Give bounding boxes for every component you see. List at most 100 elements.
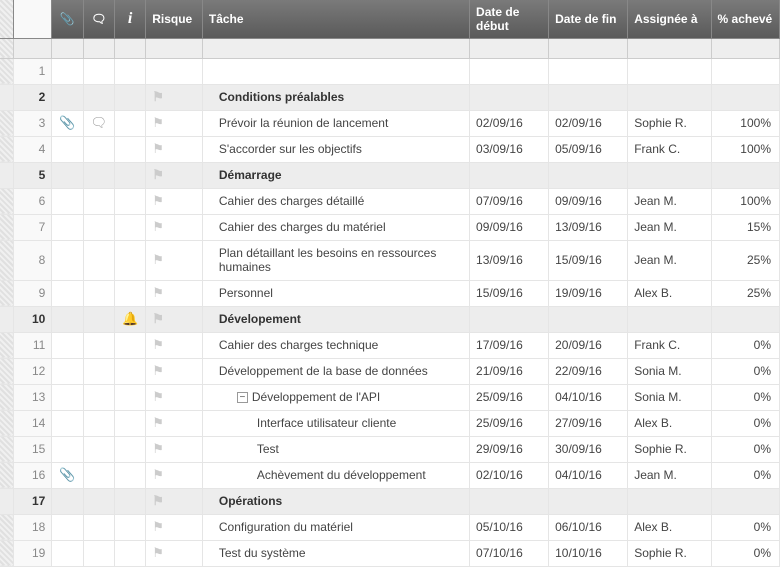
- cell-info[interactable]: [115, 384, 146, 410]
- cell-info[interactable]: [115, 462, 146, 488]
- cell-risk[interactable]: ⚑: [146, 462, 203, 488]
- cell-info[interactable]: [115, 110, 146, 136]
- cell-risk[interactable]: ⚑: [146, 84, 203, 110]
- cell-percent[interactable]: 100%: [711, 188, 779, 214]
- cell-percent[interactable]: [711, 162, 779, 188]
- cell-comment[interactable]: [83, 384, 115, 410]
- row-number[interactable]: 17: [13, 488, 51, 514]
- task-row[interactable]: 7 ⚑Cahier des charges du matériel09/09/16…: [0, 214, 780, 240]
- cell-comment[interactable]: [83, 488, 115, 514]
- cell-start-date[interactable]: 07/09/16: [470, 188, 549, 214]
- cell-info[interactable]: [115, 332, 146, 358]
- cell-task[interactable]: Prévoir la réunion de lancement: [202, 110, 469, 136]
- cell-assignee[interactable]: Jean M.: [628, 214, 711, 240]
- cell-end-date[interactable]: [549, 84, 628, 110]
- task-row[interactable]: 15⚑Test29/09/1630/09/16Sophie R.0%: [0, 436, 780, 462]
- cell-end-date[interactable]: [549, 58, 628, 84]
- cell-percent[interactable]: 25%: [711, 240, 779, 280]
- cell-risk[interactable]: ⚑: [146, 110, 203, 136]
- cell-task[interactable]: Achèvement du développement: [202, 462, 469, 488]
- task-row[interactable]: 18⚑Configuration du matériel05/10/1606/1…: [0, 514, 780, 540]
- cell-end-date[interactable]: 30/09/16: [549, 436, 628, 462]
- cell-assignee[interactable]: Sophie R.: [628, 540, 711, 566]
- cell-risk[interactable]: [146, 58, 203, 84]
- cell-assignee[interactable]: Jean M.: [628, 240, 711, 280]
- task-row[interactable]: 12⚑Développement de la base de données21…: [0, 358, 780, 384]
- row-number[interactable]: 7: [13, 214, 51, 240]
- cell-task[interactable]: Cahier des charges détaillé: [202, 188, 469, 214]
- row-number[interactable]: 3: [13, 110, 51, 136]
- cell-task[interactable]: Cahier des charges du matériel: [202, 214, 469, 240]
- cell-percent[interactable]: 0%: [711, 358, 779, 384]
- col-task-header[interactable]: Tâche: [202, 0, 469, 38]
- cell-assignee[interactable]: Alex B.: [628, 410, 711, 436]
- cell-end-date[interactable]: 04/10/16: [549, 462, 628, 488]
- cell-task[interactable]: Opérations: [202, 488, 469, 514]
- row-number[interactable]: 11: [13, 332, 51, 358]
- cell-end-date[interactable]: 22/09/16: [549, 358, 628, 384]
- cell-comment[interactable]: [83, 214, 115, 240]
- cell-task[interactable]: Configuration du matériel: [202, 514, 469, 540]
- cell-task[interactable]: −Développement de l'API: [202, 384, 469, 410]
- row-number[interactable]: 15: [13, 436, 51, 462]
- cell-start-date[interactable]: 17/09/16: [470, 332, 549, 358]
- row-number[interactable]: 19: [13, 540, 51, 566]
- cell-comment[interactable]: [83, 136, 115, 162]
- cell-comment[interactable]: [83, 540, 115, 566]
- section-row[interactable]: 5⚑Démarrage: [0, 162, 780, 188]
- cell-info[interactable]: [115, 136, 146, 162]
- cell-attachment[interactable]: [52, 84, 83, 110]
- cell-risk[interactable]: ⚑: [146, 188, 203, 214]
- cell-assignee[interactable]: [628, 306, 711, 332]
- cell-risk[interactable]: ⚑: [146, 214, 203, 240]
- cell-assignee[interactable]: Jean M.: [628, 188, 711, 214]
- cell-task[interactable]: Test: [202, 436, 469, 462]
- cell-comment[interactable]: [83, 410, 115, 436]
- cell-start-date[interactable]: 02/10/16: [470, 462, 549, 488]
- cell-risk[interactable]: ⚑: [146, 514, 203, 540]
- cell-end-date[interactable]: 19/09/16: [549, 280, 628, 306]
- cell-start-date[interactable]: [470, 488, 549, 514]
- cell-risk[interactable]: ⚑: [146, 162, 203, 188]
- task-row[interactable]: 8⚑Plan détaillant les besoins en ressour…: [0, 240, 780, 280]
- cell-attachment[interactable]: [52, 136, 83, 162]
- section-row[interactable]: 2⚑Conditions préalables: [0, 84, 780, 110]
- cell-risk[interactable]: ⚑: [146, 240, 203, 280]
- cell-comment[interactable]: [83, 306, 115, 332]
- cell-start-date[interactable]: [470, 306, 549, 332]
- cell-task[interactable]: Conditions préalables: [202, 84, 469, 110]
- cell-percent[interactable]: 0%: [711, 384, 779, 410]
- col-rownum-header[interactable]: [13, 0, 51, 38]
- row-number[interactable]: 13: [13, 384, 51, 410]
- cell-comment[interactable]: [83, 358, 115, 384]
- cell-start-date[interactable]: 02/09/16: [470, 110, 549, 136]
- task-row[interactable]: 19⚑Test du système07/10/1610/10/16Sophie…: [0, 540, 780, 566]
- cell-risk[interactable]: ⚑: [146, 306, 203, 332]
- cell-assignee[interactable]: Alex B.: [628, 280, 711, 306]
- cell-info[interactable]: [115, 436, 146, 462]
- task-row[interactable]: 16📎⚑Achèvement du développement02/10/160…: [0, 462, 780, 488]
- cell-percent[interactable]: 0%: [711, 540, 779, 566]
- cell-attachment[interactable]: [52, 214, 83, 240]
- task-row[interactable]: 3📎🗨⚑Prévoir la réunion de lancement02/09…: [0, 110, 780, 136]
- task-row[interactable]: 14⚑Interface utilisateur cliente25/09/16…: [0, 410, 780, 436]
- cell-comment[interactable]: [83, 84, 115, 110]
- task-row[interactable]: 9⚑Personnel15/09/1619/09/16Alex B.25%: [0, 280, 780, 306]
- cell-comment[interactable]: [83, 462, 115, 488]
- cell-info[interactable]: [115, 540, 146, 566]
- cell-start-date[interactable]: 15/09/16: [470, 280, 549, 306]
- cell-end-date[interactable]: 05/09/16: [549, 136, 628, 162]
- cell-info[interactable]: [115, 488, 146, 514]
- cell-percent[interactable]: 0%: [711, 332, 779, 358]
- cell-start-date[interactable]: 09/09/16: [470, 214, 549, 240]
- col-end-header[interactable]: Date de fin: [549, 0, 628, 38]
- cell-task[interactable]: Plan détaillant les besoins en ressource…: [202, 240, 469, 280]
- cell-attachment[interactable]: [52, 436, 83, 462]
- cell-comment[interactable]: [83, 240, 115, 280]
- cell-comment[interactable]: 🗨: [83, 110, 115, 136]
- row-number[interactable]: 1: [13, 58, 51, 84]
- cell-end-date[interactable]: 20/09/16: [549, 332, 628, 358]
- cell-percent[interactable]: 25%: [711, 280, 779, 306]
- cell-info[interactable]: [115, 84, 146, 110]
- cell-percent[interactable]: [711, 84, 779, 110]
